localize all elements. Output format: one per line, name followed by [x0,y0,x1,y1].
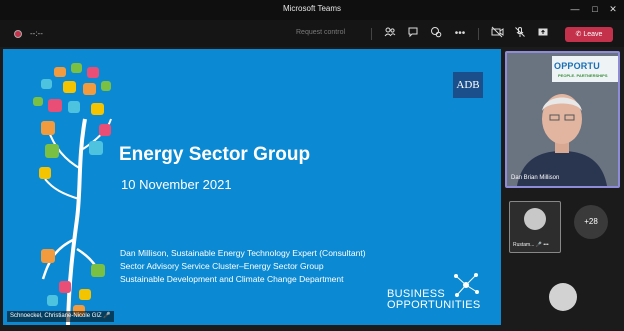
toolbar-divider [478,28,479,40]
request-control-button[interactable]: Request control [296,29,345,36]
presenter-caption: Schnoeckel, Christiane-Nicole GIZ 🎤 [7,311,114,322]
business-line: OPPORTUNITIES [387,299,481,311]
more-options-icon[interactable]: ••• [543,242,548,248]
more-options-icon[interactable]: ••• [452,26,468,42]
energy-tree-illustration [33,63,112,325]
teams-window: Microsoft Teams — □ ✕ --:-- Request cont… [0,0,624,331]
camera-off-icon[interactable] [489,26,505,42]
mic-off-icon[interactable] [512,26,528,42]
active-speaker-video[interactable]: OPPORTU PEOPLE. PARTNERSHIPS Dan Brian M… [505,51,620,188]
business-opportunities-logo: BUSINESS OPPORTUNITIES [387,289,481,311]
close-icon[interactable]: ✕ [606,3,620,15]
avatar [524,208,546,230]
reactions-icon[interactable] [428,26,444,42]
presenter-line: Sustainable Development and Climate Chan… [120,274,344,284]
mic-off-icon: 🎤 [535,242,543,248]
participant-tile[interactable]: Rustam... 🎤 ••• [509,201,561,253]
share-screen-icon[interactable] [535,26,551,42]
toolbar-divider [371,28,372,40]
meeting-toolbar: --:-- Request control ••• ✆ Leave [0,20,624,47]
leave-button[interactable]: ✆ Leave [565,27,613,42]
presenter-line: Sector Advisory Service Cluster–Energy S… [120,261,324,271]
speaker-figure [517,94,607,186]
mic-icon: 🎤 [103,313,111,319]
participants-icon[interactable] [382,26,398,42]
chat-icon[interactable] [405,26,421,42]
active-speaker-name: Dan Brian Millison [511,175,560,181]
phone-hangup-icon: ✆ [575,31,582,38]
participant-name: Rustam... 🎤 ••• [513,242,549,248]
presenter-info: Dan Millison, Sustainable Energy Technol… [120,247,366,286]
adb-logo: ADB [453,72,483,98]
avatar [549,283,577,311]
meeting-timer: --:-- [30,29,43,38]
shared-slide: ADB Energy Sector Group 10 November 2021… [3,49,501,325]
leave-label: Leave [583,31,603,38]
slide-date: 10 November 2021 [121,177,232,192]
minimize-icon[interactable]: — [568,3,582,15]
title-bar: Microsoft Teams — □ ✕ [0,0,624,20]
presenter-caption-name: Schnoeckel, Christiane-Nicole GIZ [10,313,102,319]
participant-name-text: Rustam... [513,242,535,248]
window-title: Microsoft Teams [282,4,342,13]
presenter-line: Dan Millison, Sustainable Energy Technol… [120,248,366,258]
slide-title: Energy Sector Group [119,144,311,165]
more-participants-button[interactable]: +28 [574,205,608,239]
maximize-icon[interactable]: □ [588,3,602,15]
recording-icon [14,30,22,38]
